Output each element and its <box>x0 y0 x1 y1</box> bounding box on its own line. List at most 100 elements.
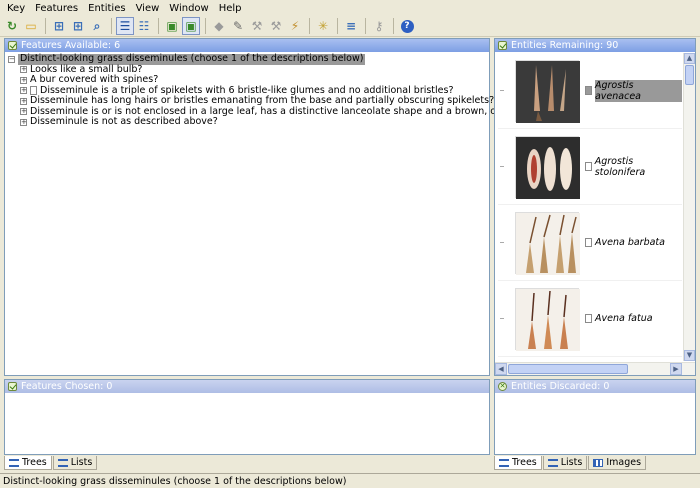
pick-icon: ⚒ <box>270 19 282 33</box>
wand-button[interactable]: ✎ <box>229 17 247 35</box>
expand-icon[interactable]: + <box>20 66 27 74</box>
entity-image[interactable] <box>515 59 580 123</box>
tab-images-right[interactable]: Images <box>588 456 647 470</box>
pick-button[interactable]: ⚒ <box>267 17 285 35</box>
scroll-down-icon[interactable]: ▼ <box>684 350 695 361</box>
entity-label[interactable]: Agrostis avenacea <box>585 79 682 102</box>
features-separate-button[interactable]: ⊞ <box>69 17 87 35</box>
entity-row[interactable]: Agrostis avenacea <box>498 53 682 129</box>
scroll-thumb[interactable] <box>685 65 694 85</box>
lists-icon <box>57 458 68 467</box>
toolbar-separator <box>158 18 159 34</box>
tree-line <box>500 166 504 167</box>
tab-lists-left[interactable]: Lists <box>52 456 98 470</box>
tree-item[interactable]: + Disseminule has long hairs or bristles … <box>8 95 494 107</box>
list-view-button[interactable]: ☷ <box>135 17 153 35</box>
menu-features[interactable]: Features <box>30 3 83 14</box>
tab-label: Images <box>606 457 642 468</box>
features-available-title: Features Available: 6 <box>21 40 121 51</box>
find-button[interactable]: ⌕ <box>88 17 106 35</box>
tab-label: Trees <box>22 457 47 468</box>
hscroll-thumb[interactable] <box>508 364 628 374</box>
horizontal-scrollbar[interactable]: ◀ ▶ <box>495 362 695 375</box>
menu-help[interactable]: Help <box>214 3 247 14</box>
menu-view[interactable]: View <box>131 3 165 14</box>
expand-icon[interactable]: + <box>20 108 27 116</box>
entity-name[interactable]: Agrostis stolonifera <box>595 156 682 178</box>
document-icon[interactable] <box>585 238 592 247</box>
toolbar-separator <box>111 18 112 34</box>
right-tabs: Trees Lists Images <box>494 456 647 470</box>
tab-trees-left[interactable]: Trees <box>4 456 52 470</box>
entity-name[interactable]: Avena barbata <box>595 237 665 248</box>
scroll-up-icon[interactable]: ▲ <box>684 53 695 64</box>
entity-name[interactable]: Avena fatua <box>595 313 653 324</box>
key-button[interactable]: ⚷ <box>370 17 388 35</box>
tree-item-label[interactable]: A bur covered with spines? <box>30 74 158 86</box>
features-chosen-title: Features Chosen: 0 <box>21 381 113 392</box>
entity-label[interactable]: Avena fatua <box>585 313 653 324</box>
expand-icon[interactable]: + <box>20 97 27 105</box>
image-check-button[interactable]: ▣ <box>182 17 200 35</box>
scroll-left-icon[interactable]: ◀ <box>495 363 507 375</box>
entity-image[interactable] <box>515 211 580 275</box>
tab-lists-right[interactable]: Lists <box>542 456 588 470</box>
tree-root[interactable]: − Distinct-looking grass disseminules (c… <box>8 53 486 65</box>
discard-button[interactable]: ✳ <box>314 17 332 35</box>
vertical-scrollbar[interactable]: ▲ ▼ <box>683 53 695 361</box>
toolbar-separator <box>393 18 394 34</box>
tree-item-label[interactable]: Disseminule is not as described above? <box>30 116 218 128</box>
tree-view-button[interactable]: ☰ <box>116 17 134 35</box>
entity-label[interactable]: Avena barbata <box>585 237 665 248</box>
document-icon[interactable] <box>30 86 37 96</box>
expand-icon[interactable]: + <box>20 118 27 126</box>
tab-trees-right[interactable]: Trees <box>494 456 542 470</box>
entity-name[interactable]: Agrostis avenacea <box>594 79 682 102</box>
tree-item-label[interactable]: Disseminule has long hairs or bristles e… <box>30 95 494 107</box>
features-available-panel: Features Available: 6 − Distinct-looking… <box>4 38 576 376</box>
restart-icon: ↻ <box>6 19 18 33</box>
image-view-button[interactable]: ▣ <box>163 17 181 35</box>
expand-icon[interactable]: + <box>20 87 27 95</box>
image-check-icon: ▣ <box>185 19 197 33</box>
tab-label: Lists <box>560 457 583 468</box>
help-icon: ? <box>400 19 414 33</box>
sort-button[interactable]: ≡ <box>342 17 360 35</box>
hammer-button[interactable]: ⚒ <box>248 17 266 35</box>
broom-icon: ⚡ <box>290 19 300 33</box>
list-view-icon: ☷ <box>138 19 150 33</box>
document-icon[interactable] <box>585 86 592 95</box>
tree-root-label[interactable]: Distinct-looking grass disseminules (cho… <box>18 53 366 65</box>
tree-item[interactable]: + Disseminule is not as described above? <box>8 116 486 128</box>
menu-window[interactable]: Window <box>164 3 213 14</box>
open-folder-button[interactable]: ▭ <box>22 17 40 35</box>
entity-image[interactable] <box>515 135 580 199</box>
entity-row[interactable]: Agrostis stolonifera <box>498 129 682 205</box>
broom-button[interactable]: ⚡ <box>286 17 304 35</box>
open-folder-icon: ▭ <box>25 19 37 33</box>
hammer-icon: ⚒ <box>251 19 263 33</box>
entity-row[interactable]: Avena barbata <box>498 205 682 281</box>
entity-label[interactable]: Agrostis stolonifera <box>585 156 682 178</box>
entity-image[interactable] <box>515 287 580 351</box>
toolbar-separator <box>309 18 310 34</box>
tree-line <box>500 242 504 243</box>
entity-row[interactable]: Avena fatua <box>498 281 682 357</box>
scroll-right-icon[interactable]: ▶ <box>670 363 682 375</box>
menu-key[interactable]: Key <box>2 3 30 14</box>
restart-button[interactable]: ↻ <box>3 17 21 35</box>
features-chosen-panel: Features Chosen: 0 <box>4 379 490 455</box>
toolbar: ↻ ▭ ⊞ ⊞ ⌕ ☰ ☷ ▣ ▣ ◆ ✎ ⚒ ⚒ ⚡ ✳ ≡ ⚷? <box>0 16 700 37</box>
trees-icon <box>499 458 509 467</box>
expand-icon[interactable]: + <box>20 76 27 84</box>
document-icon[interactable] <box>585 314 592 323</box>
find-icon: ⌕ <box>93 18 101 33</box>
entities-remaining-header: Entities Remaining: 90 <box>495 39 695 52</box>
collapse-icon[interactable]: − <box>8 55 15 63</box>
tag-button[interactable]: ◆ <box>210 17 228 35</box>
help-button[interactable]: ? <box>398 17 416 35</box>
tree-item[interactable]: + A bur covered with spines? <box>8 74 486 86</box>
features-best-button[interactable]: ⊞ <box>50 17 68 35</box>
document-icon[interactable] <box>585 162 592 171</box>
menu-entities[interactable]: Entities <box>83 3 130 14</box>
